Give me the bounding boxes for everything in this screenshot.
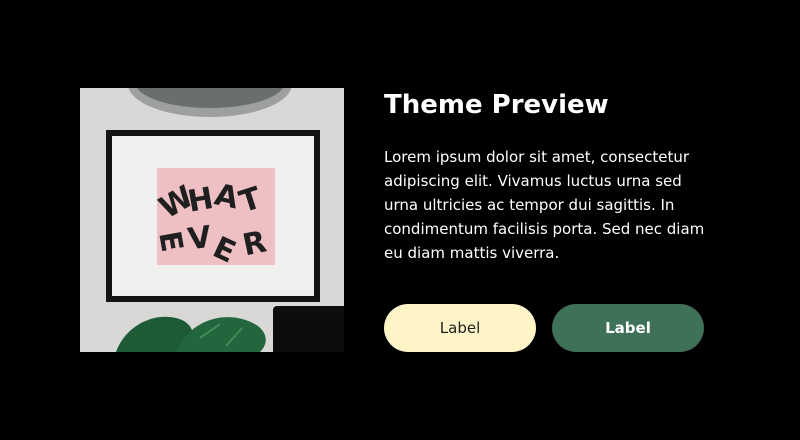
framed-print-image: W H A T E V E R — [80, 88, 344, 352]
theme-preview-card: W H A T E V E R Theme Preview Lorem ipsu… — [0, 0, 800, 440]
card-description: Lorem ipsum dolor sit amet, consectetur … — [384, 148, 705, 262]
card-title: Theme Preview — [384, 90, 609, 120]
primary-label-button[interactable]: Label — [384, 304, 536, 352]
preview-photo: W H A T E V E R — [80, 88, 344, 352]
secondary-label-button[interactable]: Label — [552, 304, 704, 352]
